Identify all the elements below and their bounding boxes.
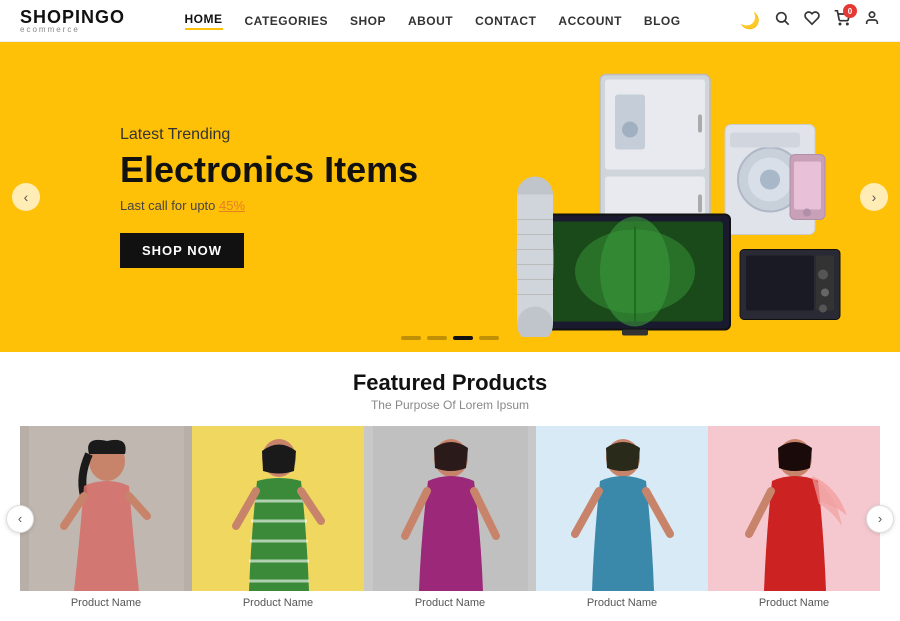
products-prev-button[interactable]: ‹ [6, 505, 34, 533]
hero-dot-3[interactable] [453, 336, 473, 340]
hero-dot-4[interactable] [479, 336, 499, 340]
product-name-1: Product Name [20, 591, 192, 611]
product-image-1 [20, 426, 192, 591]
hero-dot-2[interactable] [427, 336, 447, 340]
header: SHOPINGO eCommerce HOME CATEGORIES SHOP … [0, 0, 900, 42]
hero-offer-percent: 45% [219, 198, 245, 213]
product-card-3[interactable]: Product Name [364, 426, 536, 611]
logo-sub: eCommerce [20, 26, 125, 34]
nav-blog[interactable]: BLOG [644, 14, 681, 28]
nav-account[interactable]: ACCOUNT [558, 14, 622, 28]
product-card-2[interactable]: Product Name [192, 426, 364, 611]
search-icon[interactable] [774, 10, 790, 31]
dark-mode-icon[interactable]: 🌙 [740, 11, 760, 31]
product-name-5: Product Name [708, 591, 880, 611]
hero-title: Electronics Items [120, 150, 418, 190]
hero-image [440, 62, 870, 337]
products-next-button[interactable]: › [866, 505, 894, 533]
product-image-3 [364, 426, 536, 591]
product-image-4 [536, 426, 708, 591]
nav-home[interactable]: HOME [185, 12, 223, 30]
featured-subtitle: The Purpose Of Lorem Ipsum [20, 398, 880, 412]
products-row: Product Name [20, 426, 880, 611]
wishlist-icon[interactable] [804, 10, 820, 31]
hero-next-button[interactable]: › [860, 183, 888, 211]
hero-content: Latest Trending Electronics Items Last c… [0, 126, 418, 268]
products-row-wrapper: ‹ [20, 426, 880, 611]
hero-dots [401, 336, 499, 340]
logo[interactable]: SHOPINGO eCommerce [20, 8, 125, 34]
hero-banner: ‹ Latest Trending Electronics Items Last… [0, 42, 900, 352]
main-nav: HOME CATEGORIES SHOP ABOUT CONTACT ACCOU… [185, 12, 681, 30]
hero-dot-1[interactable] [401, 336, 421, 340]
nav-about[interactable]: ABOUT [408, 14, 453, 28]
hero-prev-button[interactable]: ‹ [12, 183, 40, 211]
account-icon[interactable] [864, 10, 880, 31]
nav-categories[interactable]: CATEGORIES [245, 14, 328, 28]
nav-shop[interactable]: SHOP [350, 14, 386, 28]
cart-icon[interactable]: 0 [834, 10, 850, 31]
hero-offer: Last call for upto 45% [120, 198, 418, 213]
product-card-4[interactable]: Product Name [536, 426, 708, 611]
header-icons: 🌙 0 [740, 10, 880, 31]
product-card-1[interactable]: Product Name [20, 426, 192, 611]
cart-badge: 0 [843, 4, 857, 18]
featured-title: Featured Products [20, 370, 880, 396]
logo-main: SHOPINGO [20, 8, 125, 26]
product-image-2 [192, 426, 364, 591]
product-image-5 [708, 426, 880, 591]
product-name-3: Product Name [364, 591, 536, 611]
nav-contact[interactable]: CONTACT [475, 14, 536, 28]
hero-sub-label: Latest Trending [120, 126, 418, 144]
product-card-5[interactable]: Product Name [708, 426, 880, 611]
featured-section: Featured Products The Purpose Of Lorem I… [0, 352, 900, 621]
shop-now-button[interactable]: SHOP NOW [120, 233, 244, 268]
product-name-4: Product Name [536, 591, 708, 611]
product-name-2: Product Name [192, 591, 364, 611]
